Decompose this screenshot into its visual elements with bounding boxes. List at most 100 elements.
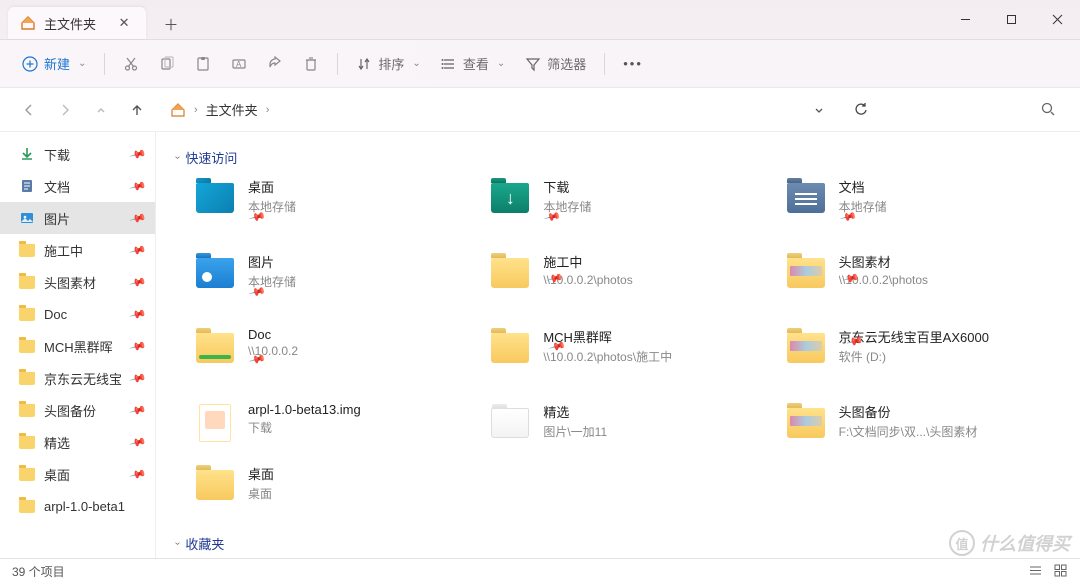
filter-button[interactable]: 筛选器: [517, 49, 594, 79]
folder-icon: [194, 327, 236, 369]
breadcrumb[interactable]: › 主文件夹 ›: [160, 100, 796, 119]
sidebar-item-label: 头图素材: [44, 273, 96, 292]
command-bar: 新建⌄ A 排序⌄ 查看⌄ 筛选器 •••: [0, 40, 1080, 88]
sidebar-item-label: 图片: [44, 209, 70, 228]
search-icon: [1041, 102, 1056, 117]
file-item[interactable]: 京东云无线宝百里AX6000软件 (D:)📌: [785, 327, 1060, 382]
close-button[interactable]: [1034, 0, 1080, 39]
rename-button[interactable]: A: [223, 49, 255, 79]
file-item[interactable]: 文档本地存储📌: [785, 177, 1060, 232]
sidebar-item-1[interactable]: 文档📌: [0, 170, 155, 202]
recent-button[interactable]: [88, 97, 114, 123]
delete-button[interactable]: [295, 49, 327, 79]
thumbnails-view-button[interactable]: [1053, 563, 1068, 581]
item-location: 桌面: [248, 485, 274, 502]
sidebar-item-5[interactable]: Doc📌: [0, 298, 155, 330]
search-input[interactable]: [884, 102, 1064, 117]
file-item[interactable]: 头图素材\\10.0.0.2\photos📌: [785, 252, 1060, 307]
sidebar-item-7[interactable]: 京东云无线宝📌: [0, 362, 155, 394]
copy-button[interactable]: [151, 49, 183, 79]
more-icon: •••: [623, 56, 643, 71]
svg-text:A: A: [236, 60, 242, 69]
new-button[interactable]: 新建⌄: [14, 49, 94, 79]
breadcrumb-dropdown[interactable]: [806, 97, 832, 123]
sidebar-item-4[interactable]: 头图素材📌: [0, 266, 155, 298]
folder-icon: [785, 177, 827, 219]
item-name: 文档: [839, 177, 887, 196]
folder-icon: [18, 305, 36, 323]
folder-icon: [18, 369, 36, 387]
file-item[interactable]: 施工中\\10.0.0.2\photos📌: [489, 252, 764, 307]
sidebar-item-label: 京东云无线宝: [44, 369, 122, 388]
up-button[interactable]: [124, 97, 150, 123]
file-item[interactable]: 精选图片\一加11: [489, 402, 764, 444]
file-item[interactable]: 桌面桌面: [194, 464, 469, 506]
back-button[interactable]: [16, 97, 42, 123]
file-item[interactable]: MCH黑群晖\\10.0.0.2\photos\施工中📌: [489, 327, 764, 382]
file-item[interactable]: Doc\\10.0.0.2📌: [194, 327, 469, 382]
item-name: arpl-1.0-beta13.img: [248, 402, 361, 417]
section-favorites[interactable]: › 收藏夹: [176, 534, 1060, 553]
sidebar-item-3[interactable]: 施工中 📌: [0, 234, 155, 266]
folder-icon: [489, 252, 531, 294]
item-count: 39 个项目: [12, 563, 65, 580]
content-area[interactable]: › 快速访问 桌面本地存储📌 下载本地存储📌 文档本地存储📌 图片本地存储📌 施工中\\…: [156, 132, 1080, 558]
file-item[interactable]: 图片本地存储📌: [194, 252, 469, 307]
share-button[interactable]: [259, 49, 291, 79]
cut-button[interactable]: [115, 49, 147, 79]
pin-icon: 📌: [129, 305, 147, 323]
maximize-button[interactable]: [988, 0, 1034, 39]
minimize-button[interactable]: [942, 0, 988, 39]
item-name: 桌面: [248, 464, 274, 483]
titlebar: 主文件夹 ✕ ＋: [0, 0, 1080, 40]
chevron-down-icon: ›: [172, 542, 183, 545]
paste-button[interactable]: [187, 49, 219, 79]
file-item[interactable]: 下载本地存储📌: [489, 177, 764, 232]
folder-icon: [489, 327, 531, 369]
sidebar-item-label: arpl-1.0-beta1: [44, 499, 125, 514]
pin-icon: 📌: [129, 241, 147, 259]
pin-icon: 📌: [129, 433, 147, 451]
folder-icon: [194, 464, 236, 506]
sidebar-item-9[interactable]: 精选📌: [0, 426, 155, 458]
new-tab-button[interactable]: ＋: [156, 9, 186, 39]
folder-icon: [194, 252, 236, 294]
file-item[interactable]: 桌面本地存储📌: [194, 177, 469, 232]
breadcrumb-root[interactable]: 主文件夹: [206, 100, 258, 119]
forward-button[interactable]: [52, 97, 78, 123]
sidebar-item-2[interactable]: 图片📌: [0, 202, 155, 234]
sidebar-item-0[interactable]: 下载📌: [0, 138, 155, 170]
sort-button[interactable]: 排序⌄: [348, 49, 428, 79]
refresh-button[interactable]: [848, 97, 874, 123]
folder-icon: [194, 177, 236, 219]
sidebar-item-10[interactable]: 桌面📌: [0, 458, 155, 490]
section-quick-access[interactable]: › 快速访问: [176, 148, 1060, 167]
details-view-button[interactable]: [1028, 563, 1043, 581]
divider: [604, 53, 605, 75]
sidebar-item-8[interactable]: 头图备份📌: [0, 394, 155, 426]
sidebar-item-label: 施工中: [44, 241, 83, 260]
chevron-right-icon: ›: [194, 104, 198, 116]
sidebar-item-11[interactable]: arpl-1.0-beta1: [0, 490, 155, 522]
status-bar: 39 个项目: [0, 558, 1080, 584]
filter-icon: [525, 56, 541, 72]
folder-icon: [18, 337, 36, 355]
home-icon: [20, 15, 36, 31]
item-name: 头图素材: [839, 252, 928, 271]
copy-icon: [159, 56, 175, 72]
view-icon: [441, 56, 457, 72]
tab-close-button[interactable]: ✕: [114, 13, 134, 33]
folder-icon: [18, 273, 36, 291]
sidebar-item-6[interactable]: MCH黑群晖📌: [0, 330, 155, 362]
tab-home[interactable]: 主文件夹 ✕: [8, 7, 146, 39]
divider: [104, 53, 105, 75]
sidebar-item-label: 下载: [44, 145, 70, 164]
view-button[interactable]: 查看⌄: [433, 49, 513, 79]
file-item[interactable]: arpl-1.0-beta13.img下载: [194, 402, 469, 444]
cut-icon: [123, 56, 139, 72]
file-item[interactable]: 头图备份F:\文档同步\双...\头图素材: [785, 402, 1060, 444]
sidebar: 下载📌文档📌图片📌施工中📌头图素材📌Doc📌MCH黑群晖📌京东云无线宝📌头图备份…: [0, 132, 156, 558]
pin-icon: 📌: [129, 401, 147, 419]
more-button[interactable]: •••: [615, 49, 651, 79]
download-icon: [18, 145, 36, 163]
